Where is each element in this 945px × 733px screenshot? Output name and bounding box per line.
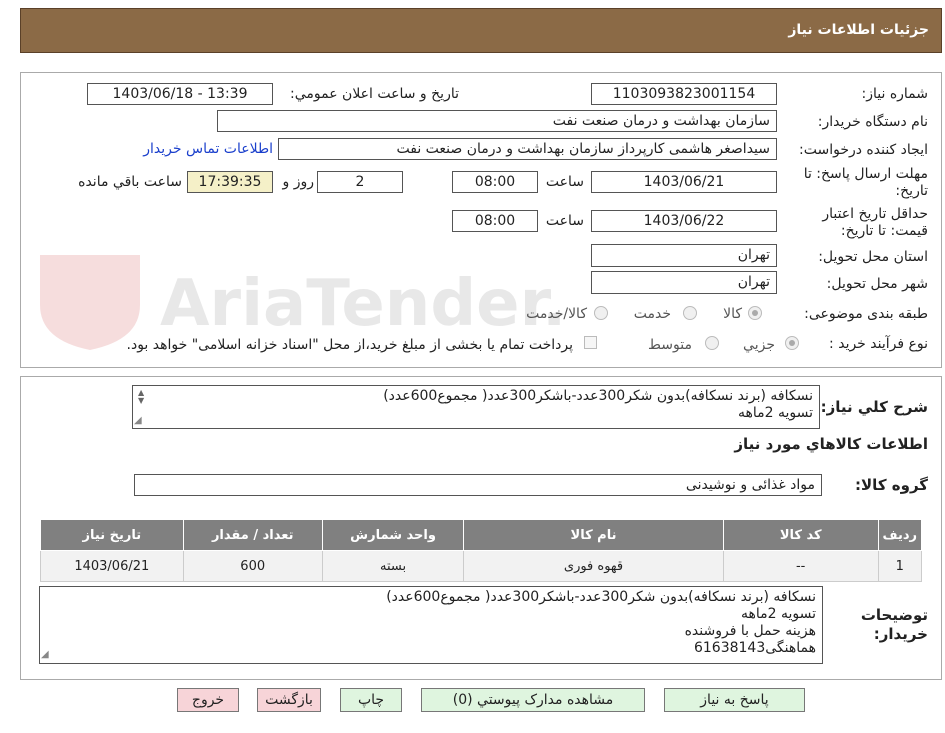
- buyer-notes-label-2: خریدار:: [873, 625, 928, 643]
- deadline-label-2: تاریخ:: [895, 183, 928, 199]
- summary-textarea[interactable]: نسکافه (برند نسکافه)بدون شکر300عدد-باشکر…: [132, 385, 820, 429]
- process-radio-minor[interactable]: [785, 336, 799, 350]
- requester-label: ایجاد کننده درخواست:: [799, 142, 928, 158]
- buyer-org-field: سازمان بهداشت و درمان صنعت نفت: [217, 110, 777, 132]
- table-row: 1 -- قهوه فوری بسته 600 1403/06/21: [40, 550, 923, 582]
- summary-resize-handle-icon[interactable]: ◢: [134, 415, 142, 426]
- col-date: تاریخ نیاز: [40, 519, 184, 551]
- remaining-time-field: 17:39:35: [187, 171, 273, 193]
- print-button[interactable]: چاپ: [340, 688, 402, 712]
- cell-unit: بسته: [321, 550, 465, 582]
- attachments-button[interactable]: مشاهده مدارک پيوستي (0): [421, 688, 645, 712]
- category-radio-service[interactable]: [683, 306, 697, 320]
- goods-group-label: گروه کالا:: [855, 476, 928, 494]
- goods-group-field: مواد غذائی و نوشیدنی: [134, 474, 822, 496]
- city-label: شهر محل تحویل:: [826, 276, 928, 292]
- notes-line-1: نسکافه (برند نسکافه)بدون شکر300عدد-باشکر…: [386, 589, 816, 605]
- summary-line-2: تسویه 2ماهه: [737, 405, 813, 421]
- cell-date: 1403/06/21: [40, 550, 184, 582]
- validity-label-1: حداقل تاریخ اعتبار: [822, 206, 928, 222]
- summary-scroll-arrows-icon[interactable]: ▲ ▼: [138, 389, 144, 405]
- goods-section-title: اطلاعات کالاهاي مورد نياز: [734, 435, 928, 453]
- category-label: طبقه بندی موضوعی:: [804, 306, 928, 322]
- deadline-label-1: مهلت ارسال پاسخ: تا: [803, 166, 928, 182]
- category-option-service: خدمت: [633, 306, 671, 322]
- page-header: جزئیات اطلاعات نیاز: [20, 8, 942, 53]
- goods-table-header-row: ردیف کد کالا نام کالا واحد شمارش تعداد /…: [40, 519, 923, 551]
- col-qty: تعداد / مقدار: [182, 519, 323, 551]
- remaining-label: ساعت باقي مانده: [78, 174, 182, 190]
- province-field: تهران: [591, 244, 777, 267]
- need-number-field: 1103093823001154: [591, 83, 777, 105]
- deadline-time-field: 08:00: [452, 171, 538, 193]
- days-field: 2: [317, 171, 403, 193]
- goods-table: ردیف کد کالا نام کالا واحد شمارش تعداد /…: [40, 519, 923, 582]
- province-label: استان محل تحویل:: [818, 249, 928, 265]
- cell-qty: 600: [182, 550, 323, 582]
- need-number-label: شماره نیاز:: [861, 86, 929, 102]
- col-row: ردیف: [877, 519, 923, 551]
- summary-label: شرح کلي نياز:: [820, 398, 928, 416]
- category-radio-goods[interactable]: [748, 306, 762, 320]
- back-button[interactable]: بازگشت: [257, 688, 321, 712]
- notes-line-3: هزینه حمل با فروشنده: [684, 623, 816, 639]
- announce-label: تاریخ و ساعت اعلان عمومي:: [290, 86, 459, 102]
- reply-button[interactable]: پاسخ به نياز: [664, 688, 805, 712]
- treasury-payment-checkbox[interactable]: [584, 336, 597, 349]
- process-option-minor: جزیي: [743, 337, 775, 353]
- category-option-goods: کالا: [723, 306, 742, 322]
- announce-field: 1403/06/18 - 13:39: [87, 83, 273, 105]
- notes-line-4: هماهنگی61638143: [693, 640, 816, 656]
- col-name: نام کالا: [463, 519, 724, 551]
- col-unit: واحد شمارش: [321, 519, 465, 551]
- process-option-medium: متوسط: [648, 337, 692, 353]
- city-field: تهران: [591, 271, 777, 294]
- requester-field: سیداصغر هاشمی کارپرداز سازمان بهداشت و د…: [278, 138, 777, 160]
- buyer-org-label: نام دستگاه خریدار:: [817, 114, 928, 130]
- process-label: نوع فرآیند خرید :: [829, 336, 928, 352]
- days-label: روز و: [282, 174, 315, 190]
- validity-time-label: ساعت: [545, 213, 584, 229]
- notes-resize-handle-icon[interactable]: ◢: [41, 649, 49, 660]
- validity-time-field: 08:00: [452, 210, 538, 232]
- validity-date-field: 1403/06/22: [591, 210, 777, 232]
- exit-button[interactable]: خروج: [177, 688, 239, 712]
- notes-line-2: تسویه 2ماهه: [740, 606, 816, 622]
- buyer-notes-label-1: توضیحات: [860, 606, 928, 624]
- page-title: جزئیات اطلاعات نیاز: [788, 22, 929, 38]
- cell-row: 1: [877, 550, 923, 582]
- category-option-both: کالا/خدمت: [526, 306, 587, 322]
- validity-label-2: قیمت: تا تاریخ:: [840, 223, 928, 239]
- deadline-date-field: 1403/06/21: [591, 171, 777, 193]
- process-radio-medium[interactable]: [705, 336, 719, 350]
- col-code: کد کالا: [722, 519, 879, 551]
- deadline-time-label: ساعت: [545, 174, 584, 190]
- category-radio-both[interactable]: [594, 306, 608, 320]
- contact-buyer-link[interactable]: اطلاعات تماس خریدار: [143, 141, 273, 157]
- payment-note: پرداخت تمام یا بخشی از مبلغ خرید،از محل …: [126, 337, 573, 353]
- buyer-notes-textarea[interactable]: نسکافه (برند نسکافه)بدون شکر300عدد-باشکر…: [39, 586, 823, 664]
- cell-code: --: [722, 550, 879, 582]
- summary-line-1: نسکافه (برند نسکافه)بدون شکر300عدد-باشکر…: [383, 388, 813, 404]
- cell-name: قهوه فوری: [463, 550, 724, 582]
